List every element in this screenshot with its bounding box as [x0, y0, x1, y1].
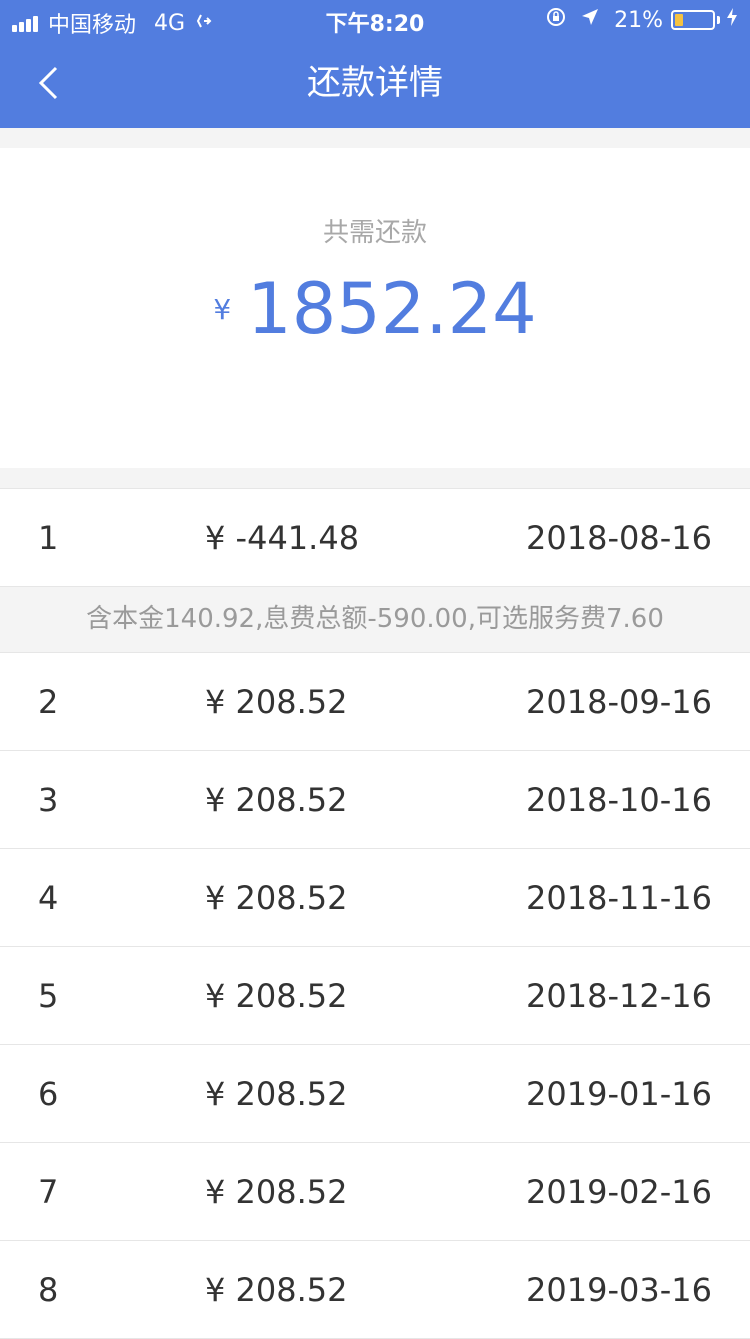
installment-row[interactable]: 2 ¥ 208.52 2018-09-16 — [0, 653, 750, 751]
installment-row[interactable]: 6 ¥ 208.52 2019-01-16 — [0, 1045, 750, 1143]
installment-date: 2019-02-16 — [526, 1173, 712, 1211]
installment-date: 2018-09-16 — [526, 683, 712, 721]
installment-detail: 含本金140.92,息费总额-590.00,可选服务费7.60 — [0, 587, 750, 653]
installment-row[interactable]: 3 ¥ 208.52 2018-10-16 — [0, 751, 750, 849]
installment-amount: ¥ 208.52 — [205, 1271, 348, 1309]
orientation-lock-icon — [546, 7, 566, 33]
installment-index: 7 — [38, 1173, 59, 1211]
installment-index: 3 — [38, 781, 59, 819]
installment-amount: ¥ 208.52 — [205, 1075, 348, 1113]
installment-date: 2018-12-16 — [526, 977, 712, 1015]
total-amount-value: 1852.24 — [247, 268, 537, 350]
installment-row[interactable]: 4 ¥ 208.52 2018-11-16 — [0, 849, 750, 947]
installment-date: 2018-08-16 — [526, 519, 712, 557]
total-amount: ¥1852.24 — [0, 268, 750, 350]
installment-row[interactable]: 1 ¥ -441.48 2018-08-16 — [0, 489, 750, 587]
installment-index: 2 — [38, 683, 59, 721]
installment-amount: ¥ 208.52 — [205, 977, 348, 1015]
battery-percent: 21% — [614, 7, 663, 33]
installment-amount: ¥ 208.52 — [205, 683, 348, 721]
installment-row[interactable]: 5 ¥ 208.52 2018-12-16 — [0, 947, 750, 1045]
installment-row[interactable]: 7 ¥ 208.52 2019-02-16 — [0, 1143, 750, 1241]
status-right: 21% — [546, 7, 738, 33]
page-title: 还款详情 — [307, 63, 443, 103]
installment-date: 2019-01-16 — [526, 1075, 712, 1113]
installment-index: 8 — [38, 1271, 59, 1309]
total-label: 共需还款 — [322, 218, 427, 248]
total-summary: 共需还款 ¥1852.24 — [0, 148, 750, 468]
installment-amount: ¥ 208.52 — [205, 879, 348, 917]
charging-icon — [726, 7, 738, 33]
installment-list: 1 ¥ -441.48 2018-08-16 含本金140.92,息费总额-59… — [0, 488, 750, 1339]
status-bar: 中国移动 4G 下午8:20 21% — [0, 0, 750, 40]
installment-index: 5 — [38, 977, 59, 1015]
battery-cap — [717, 16, 720, 24]
installment-date: 2019-03-16 — [526, 1271, 712, 1309]
installment-index: 6 — [38, 1075, 59, 1113]
header: 中国移动 4G 下午8:20 21% 还款详情 — [0, 0, 750, 128]
currency-symbol: ¥ — [213, 293, 232, 326]
installment-index: 4 — [38, 879, 59, 917]
battery-icon — [671, 10, 715, 30]
installment-amount: ¥ -441.48 — [205, 519, 360, 557]
location-icon — [580, 7, 600, 33]
installment-row[interactable]: 8 ¥ 208.52 2019-03-16 — [0, 1241, 750, 1339]
battery-fill — [675, 14, 683, 26]
installment-amount: ¥ 208.52 — [205, 781, 348, 819]
installment-date: 2018-11-16 — [526, 879, 712, 917]
installment-index: 1 — [38, 519, 59, 557]
installment-amount: ¥ 208.52 — [205, 1173, 348, 1211]
installment-date: 2018-10-16 — [526, 781, 712, 819]
